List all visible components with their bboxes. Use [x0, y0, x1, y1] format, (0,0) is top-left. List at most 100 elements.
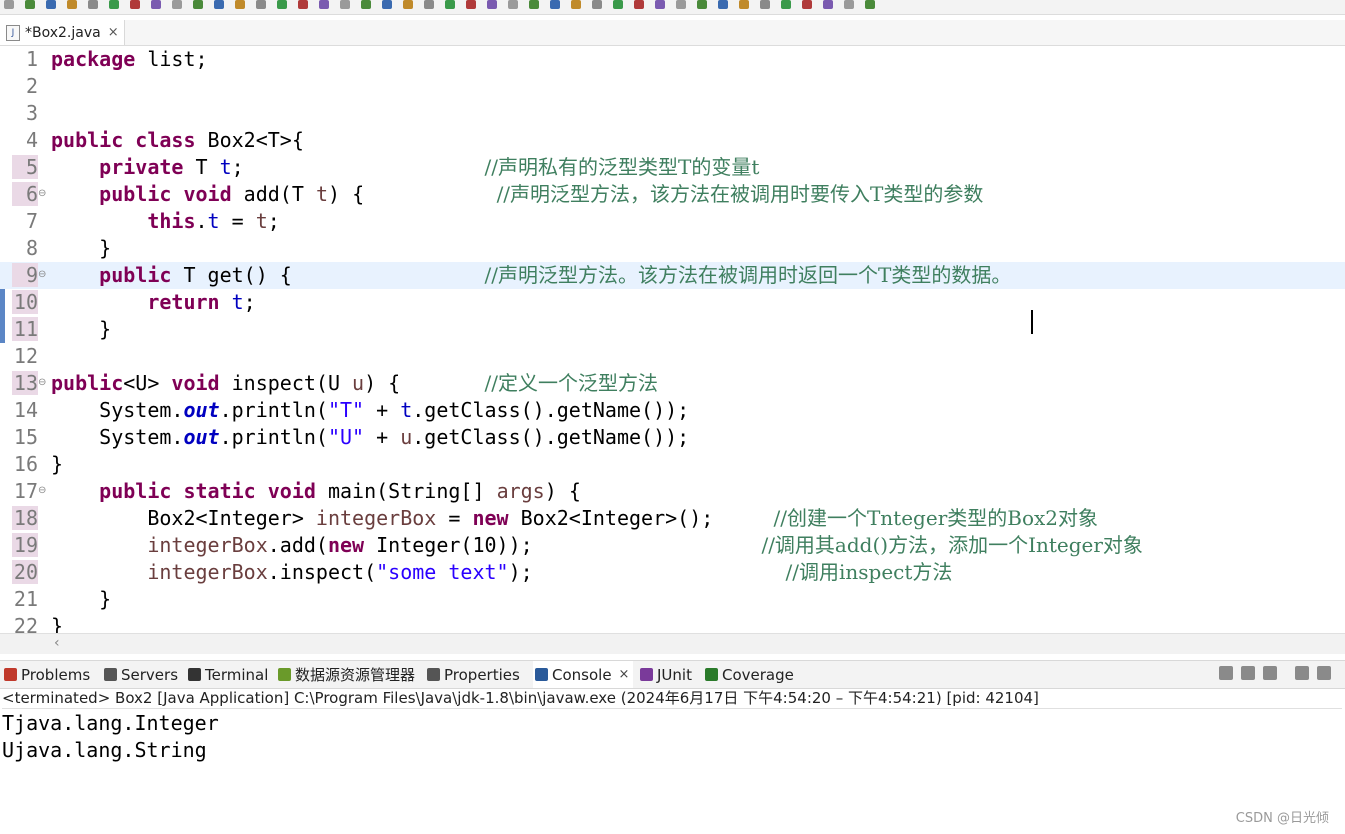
scroll-lock-icon[interactable] — [1317, 666, 1331, 680]
code-editor[interactable]: 1 package list; 2 3 4 public class Box2<T>{5 … — [0, 46, 1345, 633]
panel-tab-coverage[interactable]: Coverage — [705, 661, 794, 688]
toolbar-button-icon[interactable] — [508, 0, 518, 9]
panel-tab-junit[interactable]: JUnit — [640, 661, 692, 688]
toolbar-button-icon[interactable] — [256, 0, 266, 9]
toolbar-button-icon[interactable] — [529, 0, 539, 9]
code-line[interactable]: 4 public class Box2<T>{ — [0, 127, 1345, 154]
toolbar-button-icon[interactable] — [550, 0, 560, 9]
code-line[interactable]: 12 — [0, 343, 1345, 370]
toolbar-button-icon[interactable] — [634, 0, 644, 9]
remove-launch-icon[interactable] — [1241, 666, 1255, 680]
toolbar-button-icon[interactable] — [760, 0, 770, 9]
toolbar-button-icon[interactable] — [823, 0, 833, 9]
toolbar-button-icon[interactable] — [382, 0, 392, 9]
toolbar-button-icon[interactable] — [781, 0, 791, 9]
toolbar-button-icon[interactable] — [67, 0, 77, 9]
code-line[interactable]: 6 ⊖ public void add(T t) { //声明泛型方法，该方法在被… — [0, 181, 1345, 208]
code-line[interactable]: 14 System.out.println("T" + t.getClass()… — [0, 397, 1345, 424]
editor-tab-label: *Box2.java — [25, 24, 101, 41]
fold-toggle-icon[interactable]: ⊖ — [38, 269, 46, 281]
code-line[interactable]: 7 this.t = t; — [0, 208, 1345, 235]
fold-toggle-icon[interactable]: ⊖ — [38, 485, 46, 497]
toolbar-button-icon[interactable] — [445, 0, 455, 9]
terminate-icon[interactable] — [1219, 666, 1233, 680]
toolbar-button-icon[interactable] — [235, 0, 245, 9]
toolbar-button-icon[interactable] — [109, 0, 119, 9]
toolbar-button-icon[interactable] — [4, 0, 14, 9]
toolbar-button-icon[interactable] — [46, 0, 56, 9]
toolbar-button-icon[interactable] — [25, 0, 35, 9]
toolbar-button-icon[interactable] — [193, 0, 203, 9]
scroll-left-icon[interactable]: ‹ — [54, 635, 60, 651]
code-line[interactable]: 1 package list; — [0, 46, 1345, 73]
main-toolbar — [0, 0, 1345, 15]
toolbar-button-icon[interactable] — [403, 0, 413, 9]
panel-tab-console[interactable]: Console × — [533, 661, 634, 688]
code-token-t: list; — [135, 47, 208, 71]
toolbar-button-icon[interactable] — [613, 0, 623, 9]
panel-tab-problems[interactable]: Problems — [4, 661, 90, 688]
code-line[interactable]: 5 private T t; //声明私有的泛型类型T的变量t — [0, 154, 1345, 181]
toolbar-button-icon[interactable] — [592, 0, 602, 9]
code-line[interactable]: 21 } — [0, 586, 1345, 613]
code-line[interactable]: 13 ⊖ public<U> void inspect(U u) { //定义一个泛… — [0, 370, 1345, 397]
toolbar-button-icon[interactable] — [88, 0, 98, 9]
panel-tab-terminal[interactable]: Terminal — [188, 661, 268, 688]
code-token-t — [51, 155, 99, 179]
code-line[interactable]: 16} — [0, 451, 1345, 478]
toolbar-button-icon[interactable] — [130, 0, 140, 9]
toolbar-button-icon[interactable] — [676, 0, 686, 9]
java-file-icon: J — [6, 24, 20, 41]
toolbar-button-icon[interactable] — [571, 0, 581, 9]
code-token-kw: new — [472, 506, 509, 530]
code-token-t: } — [51, 614, 64, 633]
toolbar-button-icon[interactable] — [340, 0, 350, 9]
clear-console-icon[interactable] — [1295, 666, 1309, 680]
panel-tab-properties[interactable]: Properties — [427, 661, 520, 688]
toolbar-button-icon[interactable] — [298, 0, 308, 9]
toolbar-button-icon[interactable] — [718, 0, 728, 9]
toolbar-button-icon[interactable] — [844, 0, 854, 9]
code-line[interactable]: 22} — [0, 613, 1345, 633]
toolbar-button-icon[interactable] — [277, 0, 287, 9]
code-line[interactable]: 9 ⊖ public T get() { //声明泛型方法。该方法在被调用时返回一… — [0, 262, 1345, 289]
toolbar-button-icon[interactable] — [865, 0, 875, 9]
code-line[interactable]: 8 } — [0, 235, 1345, 262]
code-text: public<U> void inspect(U u) { //定义一个泛型方法 — [51, 370, 658, 397]
code-line[interactable]: 19 integerBox.add(new Integer(10)); //调用… — [0, 532, 1345, 559]
code-token-t: } — [51, 236, 112, 260]
fold-toggle-icon[interactable]: ⊖ — [38, 188, 46, 200]
toolbar-button-icon[interactable] — [172, 0, 182, 9]
editor-horizontal-scrollbar[interactable]: ‹ — [0, 633, 1345, 654]
toolbar-button-icon[interactable] — [214, 0, 224, 9]
toolbar-button-icon[interactable] — [424, 0, 434, 9]
code-token-t — [220, 290, 232, 314]
remove-all-launches-icon[interactable] — [1263, 666, 1277, 680]
toolbar-button-icon[interactable] — [466, 0, 476, 9]
toolbar-button-icon[interactable] — [319, 0, 329, 9]
code-line[interactable]: 2 — [0, 73, 1345, 100]
code-line[interactable]: 11 } — [0, 316, 1345, 343]
code-line[interactable]: 15 System.out.println("U" + u.getClass()… — [0, 424, 1345, 451]
toolbar-button-icon[interactable] — [151, 0, 161, 9]
code-line[interactable]: 18 Box2<Integer> integerBox = new Box2<I… — [0, 505, 1345, 532]
toolbar-button-icon[interactable] — [655, 0, 665, 9]
code-line[interactable]: 20 integerBox.inspect("some text"); //调用… — [0, 559, 1345, 586]
close-icon[interactable]: × — [619, 667, 630, 682]
toolbar-button-icon[interactable] — [802, 0, 812, 9]
code-token-t: .inspect( — [267, 560, 377, 584]
code-line[interactable]: 3 — [0, 100, 1345, 127]
panel-tab--[interactable]: 数据源资源管理器 — [278, 661, 415, 688]
editor-tab-box2-java[interactable]: J *Box2.java × — [0, 20, 125, 45]
toolbar-button-icon[interactable] — [739, 0, 749, 9]
toolbar-button-icon[interactable] — [487, 0, 497, 9]
close-icon[interactable]: × — [108, 25, 119, 40]
code-token-kw: class — [135, 128, 196, 152]
fold-toggle-icon[interactable]: ⊖ — [38, 377, 46, 389]
toolbar-button-icon[interactable] — [361, 0, 371, 9]
code-line[interactable]: 10 return t; — [0, 289, 1345, 316]
code-line[interactable]: 17 ⊖ public static void main(String[] arg… — [0, 478, 1345, 505]
toolbar-button-icon[interactable] — [697, 0, 707, 9]
panel-tab-label: Servers — [121, 665, 179, 684]
panel-tab-servers[interactable]: Servers — [104, 661, 178, 688]
